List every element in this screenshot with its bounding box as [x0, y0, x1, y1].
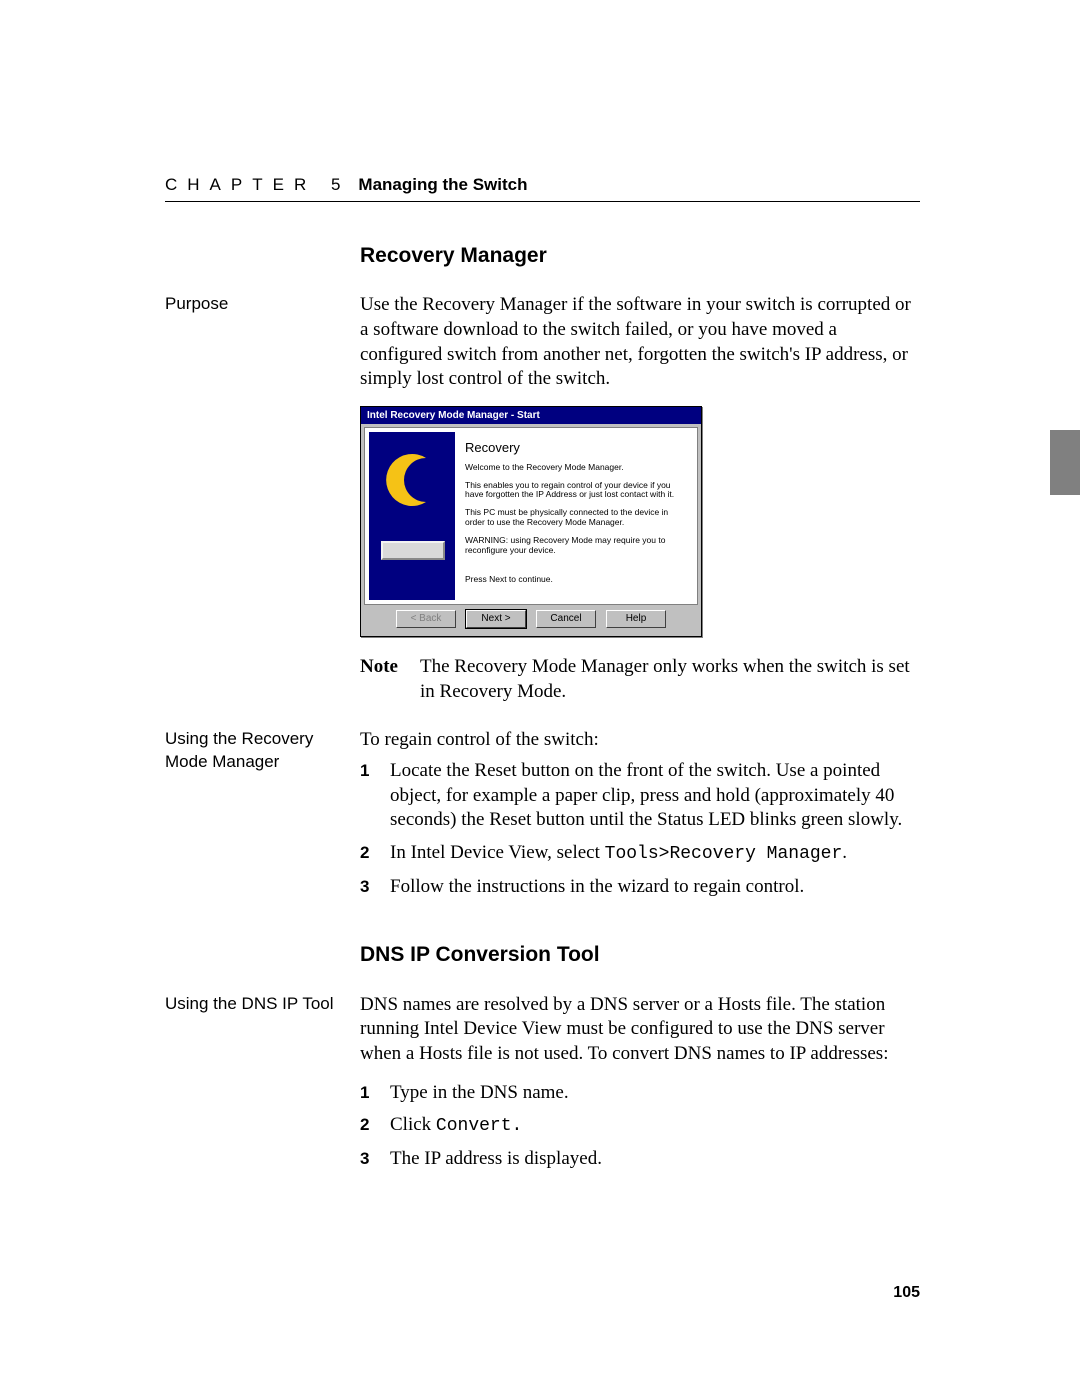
- step-number: 1: [360, 759, 390, 833]
- thumb-tab: [1050, 430, 1080, 495]
- margin-label-purpose: Purpose: [165, 293, 360, 316]
- section-heading-recovery: Recovery Manager: [360, 242, 920, 269]
- dialog-p5: Press Next to continue.: [465, 575, 685, 585]
- step-text: In Intel Device View, select Tools>Recov…: [390, 841, 920, 866]
- dialog-content: Recovery Welcome to the Recovery Mode Ma…: [455, 432, 693, 600]
- section-heading-dns: DNS IP Conversion Tool: [360, 941, 920, 968]
- note: Note The Recovery Mode Manager only work…: [360, 655, 920, 704]
- dialog-sidebar: [369, 432, 455, 600]
- using-recovery-intro: To regain control of the switch:: [360, 728, 920, 753]
- step-number: 2: [360, 841, 390, 866]
- list-item: 2 Click Convert.: [360, 1113, 920, 1138]
- page: CHAPTER 5 Managing the Switch Recovery M…: [0, 0, 1080, 1397]
- next-button[interactable]: Next >: [466, 610, 526, 628]
- list-item: 1 Type in the DNS name.: [360, 1081, 920, 1106]
- list-item: 3 Follow the instructions in the wizard …: [360, 875, 920, 900]
- margin-label-using-dns: Using the DNS IP Tool: [165, 993, 360, 1016]
- step-number: 1: [360, 1081, 390, 1106]
- dns-intro: DNS names are resolved by a DNS server o…: [360, 993, 920, 1067]
- recovery-steps: 1 Locate the Reset button on the front o…: [360, 759, 920, 899]
- command-name: Convert.: [436, 1116, 522, 1136]
- header-rule: [165, 201, 920, 202]
- content: Recovery Manager Purpose Use the Recover…: [165, 242, 920, 1179]
- step-text: Follow the instructions in the wizard to…: [390, 875, 920, 900]
- back-button[interactable]: < Back: [396, 610, 456, 628]
- purpose-text: Use the Recovery Manager if the software…: [360, 293, 920, 392]
- recovery-dialog: Intel Recovery Mode Manager - Start Reco…: [360, 406, 702, 637]
- dialog-p4: WARNING: using Recovery Mode may require…: [465, 536, 685, 556]
- step-number: 3: [360, 875, 390, 900]
- dialog-p3: This PC must be physically connected to …: [465, 508, 685, 528]
- dns-steps: 1 Type in the DNS name. 2 Click Convert.…: [360, 1081, 920, 1172]
- chapter-title: Managing the Switch: [358, 175, 527, 195]
- step-number: 2: [360, 1113, 390, 1138]
- page-header: CHAPTER 5 Managing the Switch: [165, 175, 920, 195]
- step-text: Click Convert.: [390, 1113, 920, 1138]
- dialog-body: Recovery Welcome to the Recovery Mode Ma…: [364, 427, 698, 605]
- page-number: 105: [893, 1284, 920, 1302]
- help-button[interactable]: Help: [606, 610, 666, 628]
- crescent-icon: [381, 450, 441, 510]
- step-number: 3: [360, 1147, 390, 1172]
- dialog-titlebar: Intel Recovery Mode Manager - Start: [361, 407, 701, 424]
- device-icon: [381, 541, 445, 560]
- dialog-p1: Welcome to the Recovery Mode Manager.: [465, 463, 685, 473]
- note-text: The Recovery Mode Manager only works whe…: [420, 655, 920, 704]
- note-label: Note: [360, 655, 420, 704]
- margin-label-using-recovery: Using the Recovery Mode Manager: [165, 728, 360, 774]
- cancel-button[interactable]: Cancel: [536, 610, 596, 628]
- list-item: 2 In Intel Device View, select Tools>Rec…: [360, 841, 920, 866]
- chapter-label: CHAPTER 5: [165, 175, 350, 195]
- list-item: 3 The IP address is displayed.: [360, 1147, 920, 1172]
- list-item: 1 Locate the Reset button on the front o…: [360, 759, 920, 833]
- dialog-p2: This enables you to regain control of yo…: [465, 481, 685, 501]
- menu-path: Tools>Recovery Manager: [605, 844, 843, 864]
- step-text: The IP address is displayed.: [390, 1147, 920, 1172]
- step-text: Locate the Reset button on the front of …: [390, 759, 920, 833]
- step-text: Type in the DNS name.: [390, 1081, 920, 1106]
- dialog-button-row: < Back Next > Cancel Help: [361, 608, 701, 636]
- dialog-heading: Recovery: [465, 440, 685, 457]
